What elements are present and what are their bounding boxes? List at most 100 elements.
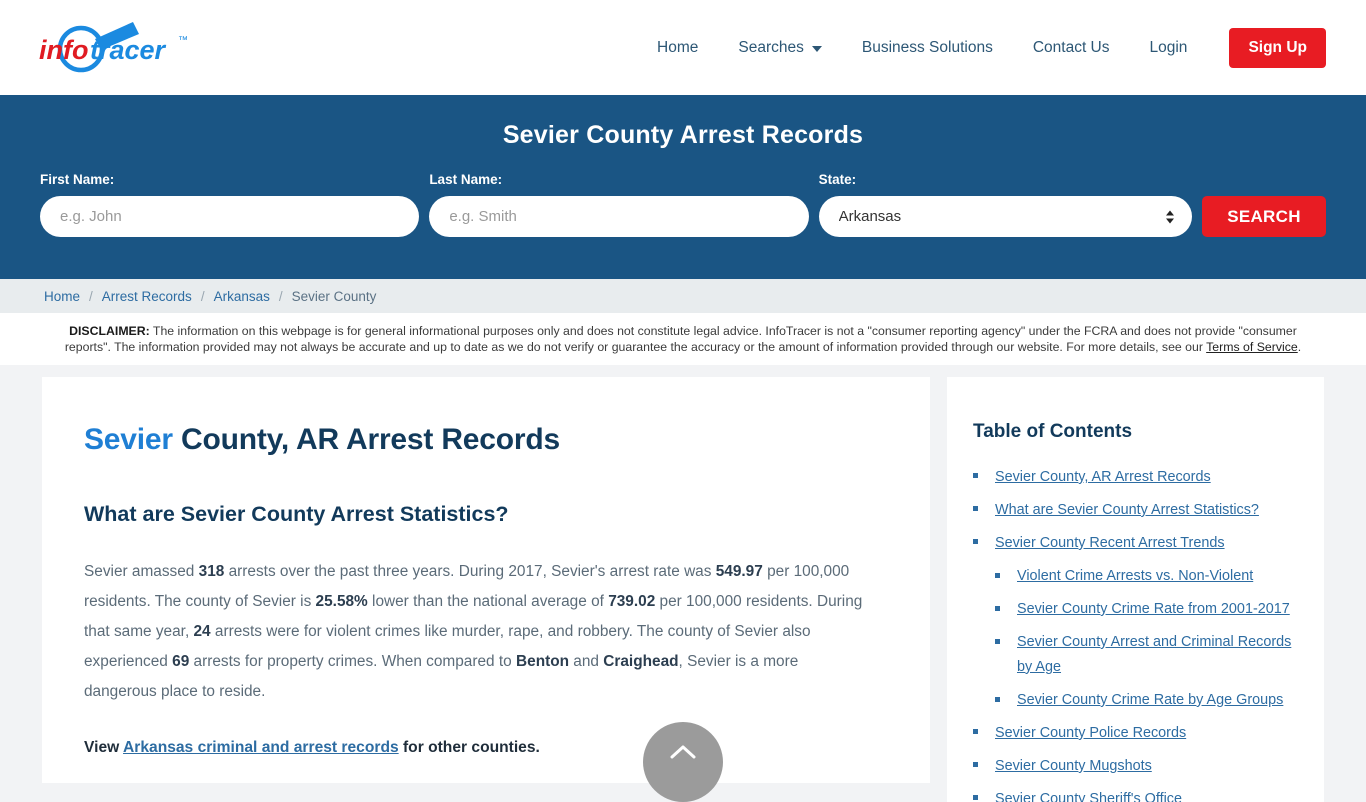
view-other-counties-line: View Arkansas criminal and arrest record… <box>84 733 874 763</box>
infotracer-logo[interactable]: info tracer ™ <box>35 17 215 79</box>
toc-subitem: Sevier County Arrest and Criminal Record… <box>995 630 1294 680</box>
para-seg: arrests for property crimes. When compar… <box>189 652 517 670</box>
stat-percent-lower: 25.58% <box>315 592 368 610</box>
toc-link-violent-vs-nonviolent[interactable]: Violent Crime Arrests vs. Non-Violent <box>1017 568 1253 584</box>
last-name-input[interactable] <box>429 196 809 237</box>
page-title-highlight: Sevier <box>84 422 173 456</box>
first-name-field-group: First Name: <box>40 172 420 237</box>
bullet-icon <box>995 696 1000 702</box>
toc-link-arrest-records[interactable]: Sevier County, AR Arrest Records <box>995 469 1211 485</box>
breadcrumb-separator: / <box>89 288 93 304</box>
bullet-icon <box>973 761 978 767</box>
toc-sublist: Violent Crime Arrests vs. Non-Violent Se… <box>995 564 1294 713</box>
search-button[interactable]: SEARCH <box>1201 196 1326 237</box>
stat-total-arrests: 318 <box>198 562 225 580</box>
bullet-icon <box>995 572 1000 578</box>
toc-link-mugshots[interactable]: Sevier County Mugshots <box>995 758 1152 774</box>
compare-county-craighead: Craighead <box>603 652 679 670</box>
nav-item-business-solutions[interactable]: Business Solutions <box>842 39 1013 57</box>
toc-subitem: Violent Crime Arrests vs. Non-Violent <box>995 564 1294 589</box>
toc-link-crime-rate-by-age-groups[interactable]: Sevier County Crime Rate by Age Groups <box>1017 692 1283 708</box>
breadcrumb-separator: / <box>278 288 283 304</box>
stat-arrest-rate: 549.97 <box>715 562 763 580</box>
chevron-down-icon <box>811 45 822 52</box>
disclaimer-text: The information on this webpage is for g… <box>64 324 1297 355</box>
bullet-icon <box>995 638 1000 644</box>
toc-title: Table of Contents <box>973 420 1133 442</box>
toc-subitem: Sevier County Crime Rate from 2001-2017 <box>995 597 1294 622</box>
para-seg: and <box>569 652 604 670</box>
disclaimer-period: . <box>1297 340 1302 355</box>
breadcrumb-item-arrest-records[interactable]: Arrest Records <box>102 289 192 304</box>
para-seg: lower than the national average of <box>367 592 609 610</box>
last-name-field-group: Last Name: <box>429 172 809 237</box>
bullet-icon <box>973 794 978 800</box>
toc-item: Sevier County, AR Arrest Records <box>973 465 1294 490</box>
state-label: State: <box>818 172 857 187</box>
toc-link-arrest-statistics[interactable]: What are Sevier County Arrest Statistics… <box>995 502 1259 518</box>
breadcrumb-separator: / <box>200 288 205 304</box>
section-heading-statistics: What are Sevier County Arrest Statistics… <box>84 501 509 526</box>
nav-item-contact-us[interactable]: Contact Us <box>1013 39 1130 57</box>
bullet-icon <box>973 505 978 511</box>
svg-text:info: info <box>39 35 88 65</box>
last-name-label: Last Name: <box>429 172 503 187</box>
state-field-group: State: Arkansas <box>818 172 1192 237</box>
first-name-input[interactable] <box>40 196 420 237</box>
toc-item: Sevier County Recent Arrest Trends Viole… <box>973 531 1294 713</box>
toc-item: Sevier County Police Records <box>973 721 1294 746</box>
breadcrumb-item-home[interactable]: Home <box>44 289 80 304</box>
compare-county-benton: Benton <box>516 652 570 670</box>
nav-item-home[interactable]: Home <box>637 39 718 57</box>
toc-item: Sevier County Mugshots <box>973 754 1294 779</box>
page-heading-banner: Sevier County Arrest Records <box>502 121 864 149</box>
nav-item-login[interactable]: Login <box>1130 39 1208 57</box>
statistics-paragraph: Sevier amassed 318 arrests over the past… <box>84 557 874 707</box>
toc-item: Sevier County Sheriff's Office <box>973 787 1294 802</box>
stat-property-arrests: 69 <box>172 652 190 670</box>
breadcrumb-item-arkansas[interactable]: Arkansas <box>214 289 270 304</box>
stat-violent-arrests: 24 <box>193 622 211 640</box>
disclaimer-banner: DISCLAIMER: The information on this webp… <box>0 313 1366 365</box>
breadcrumb: Home / Arrest Records / Arkansas / Sevie… <box>0 279 1366 313</box>
site-header: info tracer ™ Home Searches Business Sol… <box>0 0 1366 95</box>
article-card: Sevier County, AR Arrest Records What ar… <box>42 376 930 783</box>
chevron-up-icon <box>670 745 696 759</box>
terms-of-service-link[interactable]: Terms of Service <box>1206 340 1298 354</box>
nav-label: Contact Us <box>1032 38 1110 56</box>
nav-label: Login <box>1149 38 1188 56</box>
arkansas-records-link[interactable]: Arkansas criminal and arrest records <box>123 739 399 756</box>
first-name-label: First Name: <box>40 172 115 187</box>
toc-link-police-records[interactable]: Sevier County Police Records <box>995 725 1186 741</box>
state-select[interactable]: Arkansas <box>818 196 1192 237</box>
nav-label: Home <box>657 38 699 56</box>
toc-item: What are Sevier County Arrest Statistics… <box>973 498 1294 523</box>
main-navigation: Home Searches Business Solutions Contact… <box>637 27 1326 68</box>
page-title-rest: County, AR Arrest Records <box>172 422 560 456</box>
svg-text:™: ™ <box>178 35 188 46</box>
toc-link-sheriffs-office[interactable]: Sevier County Sheriff's Office <box>995 791 1182 802</box>
nav-label: Searches <box>738 38 804 56</box>
toc-subitem: Sevier County Crime Rate by Age Groups <box>995 688 1294 713</box>
view-prefix: View <box>84 738 124 756</box>
breadcrumb-item-current: Sevier County <box>291 288 377 304</box>
view-suffix: for other counties. <box>398 738 540 756</box>
nav-label: Business Solutions <box>861 38 993 56</box>
toc-link-crime-rate-2001-2017[interactable]: Sevier County Crime Rate from 2001-2017 <box>1017 601 1290 617</box>
search-form: First Name: Last Name: State: Arkansas S… <box>40 172 1326 237</box>
disclaimer-label: DISCLAIMER: <box>69 324 150 338</box>
scroll-to-top-button[interactable] <box>643 722 723 802</box>
toc-link-recent-arrest-trends[interactable]: Sevier County Recent Arrest Trends <box>995 535 1225 551</box>
sign-up-button[interactable]: Sign Up <box>1229 27 1326 68</box>
search-band: Sevier County Arrest Records First Name:… <box>0 95 1366 279</box>
table-of-contents-card: Table of Contents Sevier County, AR Arre… <box>947 376 1324 802</box>
bullet-icon <box>973 472 978 478</box>
para-seg: arrests over the past three years. Durin… <box>224 562 716 580</box>
nav-item-searches[interactable]: Searches <box>718 39 841 57</box>
para-seg: Sevier amassed <box>84 562 199 580</box>
bullet-icon <box>973 538 978 544</box>
bullet-icon <box>995 605 1000 611</box>
bullet-icon <box>973 728 978 734</box>
toc-link-records-by-age[interactable]: Sevier County Arrest and Criminal Record… <box>1017 634 1291 675</box>
page-title: Sevier County, AR Arrest Records <box>84 423 874 457</box>
